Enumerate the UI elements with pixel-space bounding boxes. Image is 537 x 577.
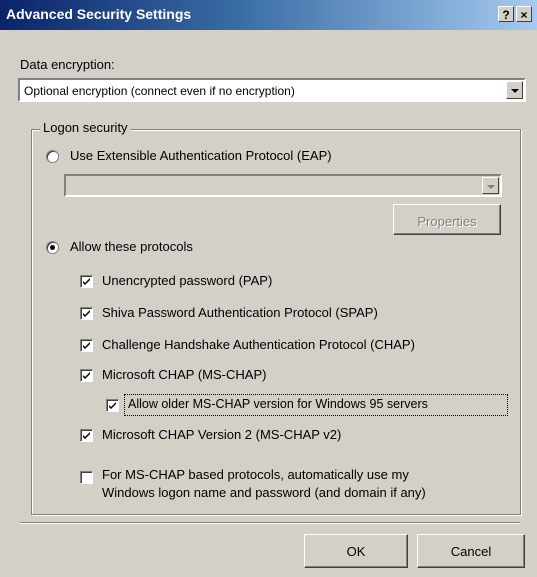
chevron-down-icon[interactable]: [482, 177, 499, 194]
separator: [20, 522, 520, 524]
properties-button-label: Properties: [417, 214, 477, 229]
chevron-down-icon[interactable]: [506, 81, 523, 99]
ms-chap-win95-label[interactable]: Allow older MS-CHAP version for Windows …: [128, 397, 428, 411]
eap-radio-label[interactable]: Use Extensible Authentication Protocol (…: [70, 148, 332, 163]
checkmark-icon: [83, 278, 90, 285]
spap-checkbox[interactable]: [80, 307, 93, 320]
chap-label[interactable]: Challenge Handshake Authentication Proto…: [102, 337, 415, 352]
close-icon[interactable]: ×: [516, 6, 532, 22]
checkmark-icon: [83, 372, 90, 379]
ms-chap-label[interactable]: Microsoft CHAP (MS-CHAP): [102, 367, 266, 382]
ms-chap-win95-checkbox[interactable]: [106, 399, 119, 412]
logon-security-label: Logon security: [40, 120, 131, 135]
cancel-button-label: Cancel: [450, 544, 492, 559]
properties-button[interactable]: Properties: [393, 204, 501, 235]
ok-button[interactable]: OK: [304, 534, 408, 568]
window-title: Advanced Security Settings: [6, 6, 192, 22]
spap-label[interactable]: Shiva Password Authentication Protocol (…: [102, 305, 378, 320]
data-encryption-dropdown[interactable]: Optional encryption (connect even if no …: [18, 78, 526, 102]
auto-logon-label-line2[interactable]: Windows logon name and password (and dom…: [102, 485, 426, 500]
checkmark-icon: [83, 342, 90, 349]
pap-label[interactable]: Unencrypted password (PAP): [102, 273, 272, 288]
ms-chap-v2-label[interactable]: Microsoft CHAP Version 2 (MS-CHAP v2): [102, 427, 341, 442]
checkmark-icon: [109, 402, 116, 409]
chap-checkbox[interactable]: [80, 339, 93, 352]
data-encryption-value: Optional encryption (connect even if no …: [24, 84, 295, 98]
allow-protocols-radio[interactable]: [46, 241, 59, 254]
auto-logon-checkbox[interactable]: [80, 471, 93, 484]
checkmark-icon: [83, 432, 90, 439]
ok-button-label: OK: [346, 544, 366, 559]
data-encryption-label: Data encryption:: [20, 57, 115, 72]
eap-type-dropdown[interactable]: [64, 174, 502, 197]
ms-chap-checkbox[interactable]: [80, 369, 93, 382]
title-bar: Advanced Security Settings ? ×: [0, 0, 537, 30]
cancel-button[interactable]: Cancel: [417, 534, 525, 568]
allow-protocols-label[interactable]: Allow these protocols: [70, 239, 193, 254]
pap-checkbox[interactable]: [80, 275, 93, 288]
ms-chap-v2-checkbox[interactable]: [80, 429, 93, 442]
eap-radio[interactable]: [46, 150, 59, 163]
checkmark-icon: [83, 310, 90, 317]
auto-logon-label-line1[interactable]: For MS-CHAP based protocols, automatical…: [102, 467, 409, 482]
help-icon[interactable]: ?: [498, 6, 514, 22]
